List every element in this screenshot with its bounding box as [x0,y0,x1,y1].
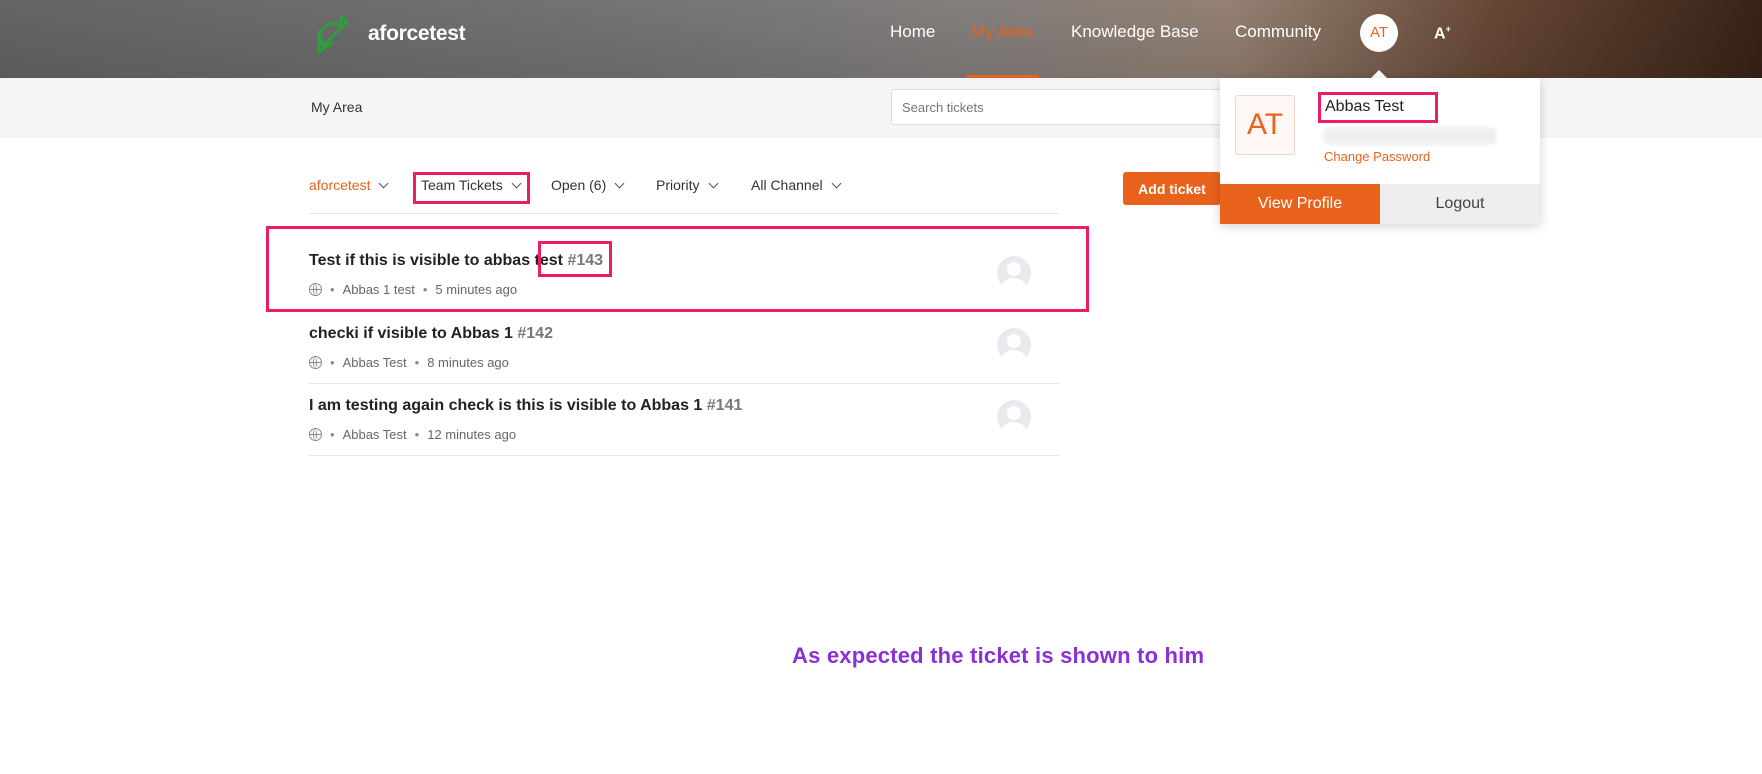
ticket-title: I am testing again check is this is visi… [309,397,703,414]
ticket-time: 8 minutes ago [427,355,509,370]
view-profile-button[interactable]: View Profile [1220,184,1380,224]
nav-knowledge-base[interactable]: Knowledge Base [1071,22,1199,42]
nav-community[interactable]: Community [1235,22,1321,42]
ticket-meta: • Abbas Test • 8 minutes ago [309,355,509,370]
top-header [0,0,1762,78]
priority-filter[interactable]: Priority [656,177,719,193]
department-filter[interactable]: aforcetest [309,177,389,193]
meta-separator: • [414,427,420,442]
brand-logo-icon[interactable] [313,12,353,56]
chevron-down-icon [831,178,842,189]
breadcrumb: My Area [311,99,363,115]
channel-filter-label: All Channel [751,177,823,193]
highlight-box-view-filter [413,172,530,204]
search-input[interactable] [891,89,1231,125]
ticket-number: #142 [517,325,553,342]
globe-icon [309,356,322,369]
nav-active-indicator [967,75,1039,78]
status-filter-label: Open (6) [551,177,607,193]
change-password-link[interactable]: Change Password [1324,149,1430,164]
add-ticket-button[interactable]: Add ticket [1123,172,1221,205]
globe-icon [309,428,322,441]
ticket-title: checki if visible to Abbas 1 [309,325,513,342]
annotation-caption: As expected the ticket is shown to him [792,643,1205,668]
filter-divider [309,213,1059,214]
ticket-author: Abbas Test [342,427,407,442]
meta-separator: • [330,355,335,370]
user-avatar-button[interactable]: AT [1360,14,1398,52]
ticket-number: #141 [706,397,743,414]
accessibility-toggle[interactable]: A+ [1434,24,1451,43]
chevron-down-icon [708,178,719,189]
logout-button[interactable]: Logout [1380,184,1540,224]
nav-home[interactable]: Home [890,22,935,42]
chevron-down-icon [379,178,389,189]
ticket-divider [309,383,1059,384]
ticket-title-link[interactable]: checki if visible to Abbas 1 #142 [309,325,553,343]
assignee-avatar-icon [997,400,1031,434]
meta-separator: • [414,355,420,370]
priority-filter-label: Priority [656,177,700,193]
highlight-box-ticket [266,226,1089,312]
dropdown-caret [1371,70,1387,78]
profile-avatar: AT [1235,95,1295,155]
nav-my-area[interactable]: My Area [971,22,1033,42]
channel-filter[interactable]: All Channel [751,177,842,193]
accessibility-plus: + [1445,24,1451,34]
ticket-author: Abbas Test [342,355,407,370]
assignee-avatar-icon [997,328,1031,362]
profile-email-redacted [1323,127,1497,145]
ticket-time: 12 minutes ago [427,427,517,442]
status-filter[interactable]: Open (6) [551,177,625,193]
department-filter-label: aforcetest [309,177,371,193]
accessibility-label: A [1434,25,1446,43]
ticket-meta: • Abbas Test • 12 minutes ago [309,427,516,442]
brand-name[interactable]: aforcetest [368,22,466,46]
highlight-box-ticket-number [538,241,612,277]
ticket-divider [309,455,1059,456]
ticket-title-link[interactable]: I am testing again check is this is visi… [309,397,742,415]
meta-separator: • [330,427,335,442]
chevron-down-icon [614,178,625,189]
highlight-box-profile-name [1318,92,1438,123]
